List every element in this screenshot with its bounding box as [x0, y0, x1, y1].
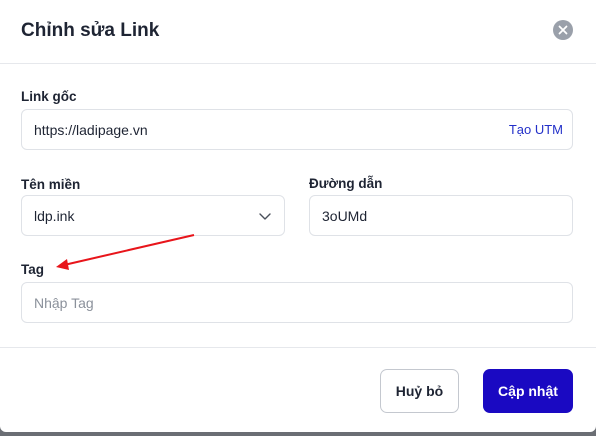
close-icon [558, 25, 568, 35]
original-link-field[interactable]: https://ladipage.vn Tạo UTM [21, 109, 573, 150]
close-button[interactable] [553, 20, 573, 40]
update-button[interactable]: Cập nhật [483, 369, 573, 413]
footer-divider [0, 347, 596, 348]
path-label: Đường dẫn [309, 176, 383, 191]
edit-link-modal: Chỉnh sửa Link Link gốc https://ladipage… [0, 0, 596, 432]
tag-input[interactable]: Nhập Tag [21, 282, 573, 323]
path-value: 3oUMd [322, 207, 368, 224]
domain-select[interactable]: ldp.ink [21, 195, 285, 236]
tag-label: Tag [21, 262, 44, 277]
original-link-value: https://ladipage.vn [34, 121, 148, 138]
chevron-down-icon [259, 213, 271, 220]
create-utm-link[interactable]: Tạo UTM [509, 122, 563, 137]
modal-title: Chỉnh sửa Link [21, 20, 160, 41]
modal-header: Chỉnh sửa Link [0, 0, 596, 64]
tag-placeholder: Nhập Tag [34, 294, 94, 311]
cancel-button[interactable]: Huỷ bỏ [380, 369, 459, 413]
path-input[interactable]: 3oUMd [309, 195, 573, 236]
domain-value: ldp.ink [34, 207, 75, 224]
original-link-label: Link gốc [21, 89, 77, 104]
domain-label: Tên miền [21, 177, 81, 192]
